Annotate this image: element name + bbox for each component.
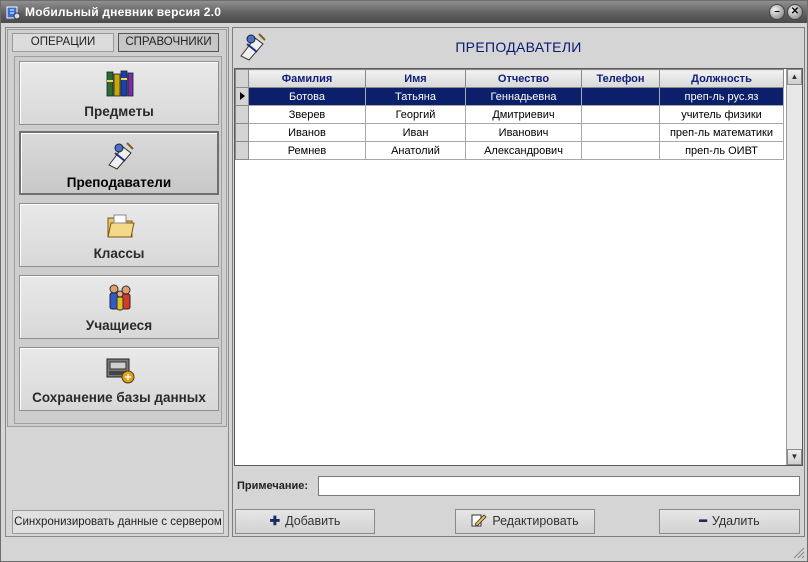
table-row[interactable]: Ботова Татьяна Геннадьевна преп-ль рус.я… bbox=[235, 87, 784, 106]
tab-references[interactable]: СПРАВОЧНИКИ bbox=[118, 33, 219, 52]
arrow-down-icon: ▼ bbox=[790, 452, 799, 461]
students-icon bbox=[109, 284, 131, 311]
navigation-container: ОПЕРАЦИИ СПРАВОЧНИКИ Предметы Преподават… bbox=[7, 29, 227, 427]
sync-with-server-button[interactable]: Синхронизировать данные с сервером bbox=[12, 510, 224, 534]
title-bar[interactable]: Мобильный дневник версия 2.0 – ✕ bbox=[1, 1, 807, 23]
note-label: Примечание: bbox=[237, 480, 309, 492]
delete-button[interactable]: ━ Удалить bbox=[659, 509, 800, 534]
resize-grip-icon[interactable] bbox=[791, 545, 805, 559]
teachers-table: Фамилия Имя Отчество Телефон Должность Б… bbox=[235, 69, 784, 160]
app-icon bbox=[6, 6, 21, 20]
nav-teachers-button[interactable]: Преподаватели bbox=[19, 131, 219, 195]
cell-position[interactable]: преп-ль рус.яз bbox=[659, 87, 784, 106]
minus-icon: ━ bbox=[699, 514, 707, 528]
cell-phone[interactable] bbox=[581, 87, 660, 106]
delete-button-label: Удалить bbox=[711, 514, 760, 528]
scroll-down-button[interactable]: ▼ bbox=[787, 449, 802, 465]
nav-students-button[interactable]: Учащиеся bbox=[19, 275, 219, 339]
nav-subjects-button[interactable]: Предметы bbox=[19, 61, 219, 125]
cell-last-name[interactable]: Иванов bbox=[248, 123, 366, 142]
cell-patronymic[interactable]: Иванович bbox=[465, 123, 582, 142]
cell-first-name[interactable]: Георгий bbox=[365, 105, 466, 124]
column-header-phone[interactable]: Телефон bbox=[581, 69, 660, 88]
left-panel: ОПЕРАЦИИ СПРАВОЧНИКИ Предметы Преподават… bbox=[5, 27, 229, 537]
cell-last-name[interactable]: Зверев bbox=[248, 105, 366, 124]
current-row-arrow-icon bbox=[239, 91, 245, 100]
cell-phone[interactable] bbox=[581, 123, 660, 142]
table-row[interactable]: Зверев Георгий Дмитриевич учитель физики bbox=[235, 105, 784, 124]
edit-button[interactable]: Редактировать bbox=[455, 509, 595, 534]
row-indicator bbox=[235, 123, 249, 142]
add-button[interactable]: ✚ Добавить bbox=[235, 509, 375, 534]
teacher-icon bbox=[108, 142, 134, 170]
minimize-icon: – bbox=[774, 6, 780, 17]
nav-students-label: Учащиеся bbox=[85, 318, 153, 333]
column-header-last-name[interactable]: Фамилия bbox=[248, 69, 366, 88]
row-indicator bbox=[235, 105, 249, 124]
cell-patronymic[interactable]: Дмитриевич bbox=[465, 105, 582, 124]
nav-list: Предметы Преподаватели Классы Учащиеся С… bbox=[14, 56, 222, 424]
page-title: ПРЕПОДАВАТЕЛИ bbox=[455, 39, 582, 55]
cell-patronymic[interactable]: Геннадьевна bbox=[465, 87, 582, 106]
note-field[interactable] bbox=[318, 476, 800, 496]
nav-save-database-label: Сохранение базы данных bbox=[32, 390, 206, 405]
window-title: Мобильный дневник версия 2.0 bbox=[25, 5, 222, 19]
table-row[interactable]: Ремнев Анатолий Александрович преп-ль ОИ… bbox=[235, 141, 784, 160]
app-window: Мобильный дневник версия 2.0 – ✕ ОПЕРАЦИ… bbox=[0, 0, 808, 562]
cell-position[interactable]: преп-ль ОИВТ bbox=[659, 141, 784, 160]
nav-teachers-label: Преподаватели bbox=[66, 175, 172, 190]
edit-button-label: Редактировать bbox=[492, 514, 579, 528]
arrow-up-icon: ▲ bbox=[790, 72, 799, 81]
folder-icon bbox=[107, 214, 135, 238]
nav-classes-button[interactable]: Классы bbox=[19, 203, 219, 267]
books-icon bbox=[106, 70, 134, 97]
column-header-patronymic[interactable]: Отчество bbox=[465, 69, 582, 88]
table-row[interactable]: Иванов Иван Иванович преп-ль математики bbox=[235, 123, 784, 142]
plus-icon: ✚ bbox=[269, 514, 281, 528]
main-header: ПРЕПОДАВАТЕЛИ bbox=[233, 28, 804, 66]
cell-last-name[interactable]: Ремнев bbox=[248, 141, 366, 160]
nav-subjects-label: Предметы bbox=[84, 104, 154, 119]
column-header-first-name[interactable]: Имя bbox=[365, 69, 466, 88]
teachers-grid[interactable]: Фамилия Имя Отчество Телефон Должность Б… bbox=[234, 68, 803, 466]
row-indicator bbox=[235, 141, 249, 160]
cell-first-name[interactable]: Анатолий bbox=[365, 141, 466, 160]
cell-phone[interactable] bbox=[581, 105, 660, 124]
cell-first-name[interactable]: Татьяна bbox=[365, 87, 466, 106]
cell-position[interactable]: преп-ль математики bbox=[659, 123, 784, 142]
cell-phone[interactable] bbox=[581, 141, 660, 160]
row-indicator-header bbox=[235, 69, 249, 88]
tab-operations[interactable]: ОПЕРАЦИИ bbox=[12, 33, 114, 52]
nav-classes-label: Классы bbox=[93, 246, 145, 261]
close-button[interactable]: ✕ bbox=[787, 4, 803, 20]
edit-icon bbox=[471, 510, 487, 533]
save-database-icon bbox=[106, 358, 135, 384]
main-panel: ПРЕПОДАВАТЕЛИ Фамилия Имя Отчество Телеф… bbox=[232, 27, 805, 537]
scroll-up-button[interactable]: ▲ bbox=[787, 69, 802, 85]
cell-position[interactable]: учитель физики bbox=[659, 105, 784, 124]
minimize-button[interactable]: – bbox=[769, 4, 785, 20]
close-icon: ✕ bbox=[790, 6, 800, 17]
cell-first-name[interactable]: Иван bbox=[365, 123, 466, 142]
nav-save-database-button[interactable]: Сохранение базы данных bbox=[19, 347, 219, 411]
cell-patronymic[interactable]: Александрович bbox=[465, 141, 582, 160]
add-button-label: Добавить bbox=[285, 514, 341, 528]
row-indicator bbox=[235, 87, 249, 106]
cell-last-name[interactable]: Ботова bbox=[248, 87, 366, 106]
table-header-row: Фамилия Имя Отчество Телефон Должность bbox=[235, 69, 784, 88]
vertical-scrollbar[interactable]: ▲ ▼ bbox=[786, 69, 802, 465]
column-header-position[interactable]: Должность bbox=[659, 69, 784, 88]
